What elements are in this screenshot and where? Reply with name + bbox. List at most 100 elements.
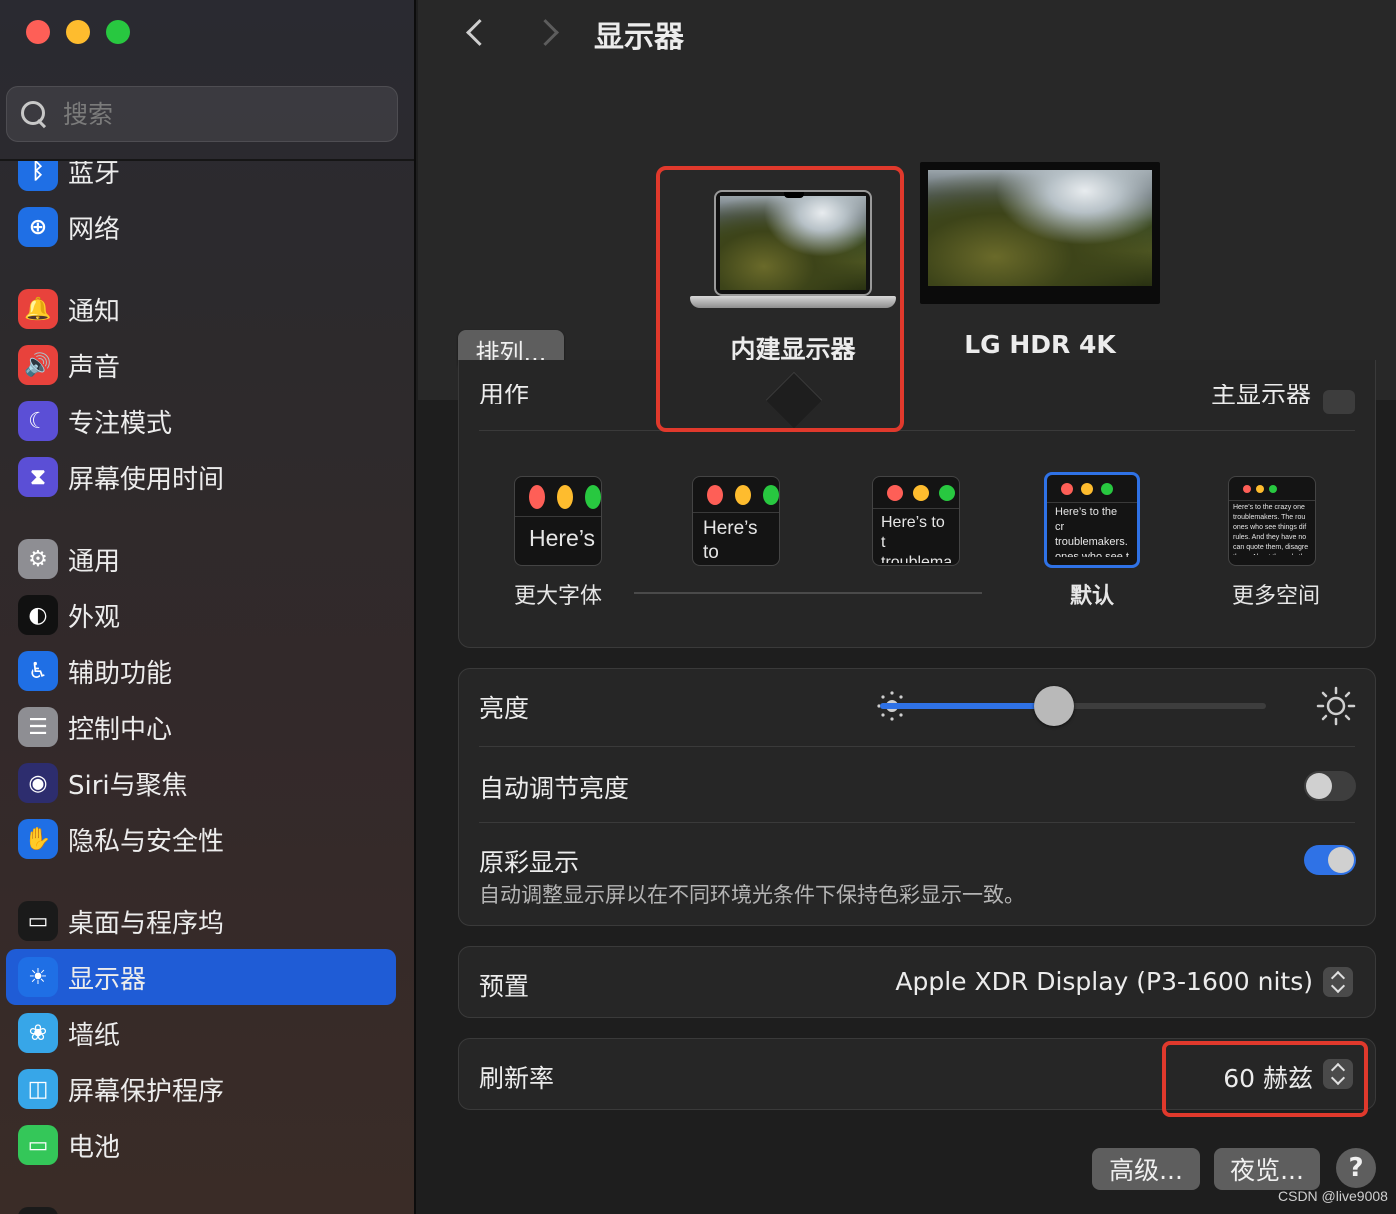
sidebar-item-label: 墙纸 xyxy=(68,1020,121,1051)
sidebar-item[interactable]: ☾ 专注模式 xyxy=(6,393,396,449)
sidebar-item[interactable]: ❀ 墙纸 xyxy=(6,1005,396,1061)
window-dot-icon xyxy=(1061,482,1073,495)
sidebar-item[interactable]: ▣ 锁定屏幕 xyxy=(6,1199,396,1214)
sidebar-list[interactable]: ᛒ 蓝牙 ⊕ 网络 🔔 通知 🔊 声音 ☾ 专注模式 ⧗ 屏幕使用时间 ⚙ 通用 ◐ 外观 ♿ 辅助功能 ☰ 控制中心… xyxy=(0,161,414,1214)
resolution-option[interactable]: Here’s to troublem xyxy=(692,476,780,566)
external-display-thumbnail[interactable] xyxy=(920,162,1160,304)
window-dot-icon xyxy=(707,484,723,505)
sidebar-item[interactable]: ☀ 显示器 xyxy=(6,949,396,1005)
sidebar-item[interactable]: ⊕ 网络 xyxy=(6,199,396,255)
resolution-preview: Here’s to the cr troublemakers. ones who… xyxy=(1044,472,1140,568)
forward-chevron-icon[interactable] xyxy=(536,16,556,48)
use-as-value[interactable]: 主显示器 xyxy=(1211,384,1311,404)
hand-icon: ✋ xyxy=(18,819,58,859)
toggle-knob xyxy=(1328,847,1354,873)
sidebar: ᛒ 蓝牙 ⊕ 网络 🔔 通知 🔊 声音 ☾ 专注模式 ⧗ 屏幕使用时间 ⚙ 通用 ◐ 外观 ♿ 辅助功能 ☰ 控制中心… xyxy=(0,0,416,1214)
window-titlebar xyxy=(693,477,779,513)
search-input[interactable] xyxy=(63,99,363,129)
display-arrangement-area: 显示器 排列... 内建显示器 LG HDR 4K xyxy=(418,0,1396,400)
close-window-button[interactable] xyxy=(26,20,50,44)
sun-bright-icon xyxy=(1316,686,1356,726)
sidebar-item[interactable]: 🔊 声音 xyxy=(6,337,396,393)
gear-icon: ⚙ xyxy=(18,539,58,579)
screensaver-icon: ◫ xyxy=(18,1069,58,1109)
sidebar-item[interactable]: ▭ 电池 xyxy=(6,1117,396,1173)
auto-brightness-label: 自动调节亮度 xyxy=(479,774,630,803)
sidebar-item-label: 辅助功能 xyxy=(68,658,173,689)
search-field[interactable] xyxy=(6,86,398,142)
brightness-slider-knob[interactable] xyxy=(1034,686,1074,726)
sidebar-item-label: 通用 xyxy=(68,546,121,577)
preset-stepper-icon[interactable] xyxy=(1323,967,1353,997)
resolution-option[interactable]: Here’s to the cr troublemakers. ones who… xyxy=(1044,472,1140,609)
resolution-preview: Here’s to t troublema ones who xyxy=(872,476,960,566)
night-shift-button[interactable]: 夜览... xyxy=(1214,1148,1320,1190)
sidebar-item[interactable]: ☰ 控制中心 xyxy=(6,699,396,755)
preset-value[interactable]: Apple XDR Display (P3-1600 nits) xyxy=(895,967,1313,996)
sidebar-item[interactable]: ◐ 外观 xyxy=(6,587,396,643)
sidebar-item-label: 桌面与程序坞 xyxy=(68,908,225,939)
resolution-option[interactable]: Here’s to t troublema ones who xyxy=(872,476,960,566)
minimize-window-button[interactable] xyxy=(66,20,90,44)
sidebar-item-label: Siri与聚焦 xyxy=(68,770,188,801)
sample-text: Here’s to the crazy one troublemakers. T… xyxy=(1233,504,1309,555)
external-display-label[interactable]: LG HDR 4K xyxy=(920,330,1160,359)
siri-icon: ◉ xyxy=(18,763,58,803)
window-dot-icon xyxy=(529,484,545,509)
resolution-option[interactable]: Here’s to the crazy one troublemakers. T… xyxy=(1228,476,1320,609)
sidebar-item-label: 隐私与安全性 xyxy=(68,826,225,857)
appearance-icon: ◐ xyxy=(18,595,58,635)
sidebar-item-label: 屏幕保护程序 xyxy=(68,1076,225,1107)
resolution-option-label: 更多空间 xyxy=(1231,584,1320,609)
wallpaper-image xyxy=(720,196,866,290)
toggle-knob xyxy=(1306,773,1332,799)
main-pane: 显示器 排列... 内建显示器 LG HDR 4K 用作 主显示器 Here’s… xyxy=(418,0,1396,1214)
sidebar-item[interactable]: 🔔 通知 xyxy=(6,281,396,337)
sidebar-item[interactable]: ◫ 屏幕保护程序 xyxy=(6,1061,396,1117)
zoom-window-button[interactable] xyxy=(106,20,130,44)
refresh-rate-stepper-icon[interactable] xyxy=(1323,1059,1353,1089)
sidebar-item[interactable]: ◉ Siri与聚焦 xyxy=(6,755,396,811)
resolution-preview: Here’s xyxy=(514,476,602,566)
sidebar-item[interactable]: ⚙ 通用 xyxy=(6,531,396,587)
sidebar-item[interactable]: ᛒ 蓝牙 xyxy=(6,161,396,199)
window-dot-icon xyxy=(939,484,955,501)
resolution-preview: Here’s to the crazy one troublemakers. T… xyxy=(1228,476,1316,566)
builtin-display-thumbnail[interactable] xyxy=(690,190,896,310)
hourglass-icon: ⧗ xyxy=(18,457,58,497)
sidebar-item[interactable]: ✋ 隐私与安全性 xyxy=(6,811,396,867)
window-titlebar xyxy=(515,477,601,517)
auto-brightness-toggle[interactable] xyxy=(1304,771,1356,801)
sample-text: Here’s to troublem xyxy=(703,518,758,563)
sidebar-item[interactable]: ▭ 桌面与程序坞 xyxy=(6,893,396,949)
sample-text: Here’s xyxy=(529,525,596,551)
true-tone-toggle[interactable] xyxy=(1304,845,1356,875)
resolution-option[interactable]: Here’s 更大字体 xyxy=(514,476,602,609)
sidebar-item-label: 外观 xyxy=(68,602,121,633)
search-icon xyxy=(19,99,49,129)
moon-icon: ☾ xyxy=(18,401,58,441)
chevron-down-icon[interactable] xyxy=(1323,390,1355,414)
sidebar-item[interactable]: ⧗ 屏幕使用时间 xyxy=(6,449,396,505)
advanced-button[interactable]: 高级... xyxy=(1092,1148,1200,1190)
sidebar-item-label: 专注模式 xyxy=(68,408,173,439)
sun-icon: ☀ xyxy=(18,957,58,997)
brightness-slider[interactable] xyxy=(880,686,1266,726)
window-dot-icon xyxy=(913,484,929,501)
control-center-icon: ☰ xyxy=(18,707,58,747)
divider xyxy=(479,746,1355,747)
window-dot-icon xyxy=(585,484,601,509)
back-chevron-icon[interactable] xyxy=(464,16,484,48)
sidebar-item-label: 声音 xyxy=(68,352,121,383)
refresh-rate-value[interactable]: 60 赫兹 xyxy=(1223,1059,1313,1095)
sidebar-item-label: 通知 xyxy=(68,296,121,327)
help-button[interactable]: ? xyxy=(1336,1148,1376,1188)
speaker-icon: 🔊 xyxy=(18,345,58,385)
window-titlebar xyxy=(1229,477,1315,501)
resolution-option-label: 更大字体 xyxy=(514,584,603,609)
flower-icon: ❀ xyxy=(18,1013,58,1053)
sidebar-item-label: 屏幕使用时间 xyxy=(68,464,225,495)
sidebar-item[interactable]: ♿ 辅助功能 xyxy=(6,643,396,699)
bell-icon: 🔔 xyxy=(18,289,58,329)
sidebar-item-label: 蓝牙 xyxy=(68,161,121,189)
